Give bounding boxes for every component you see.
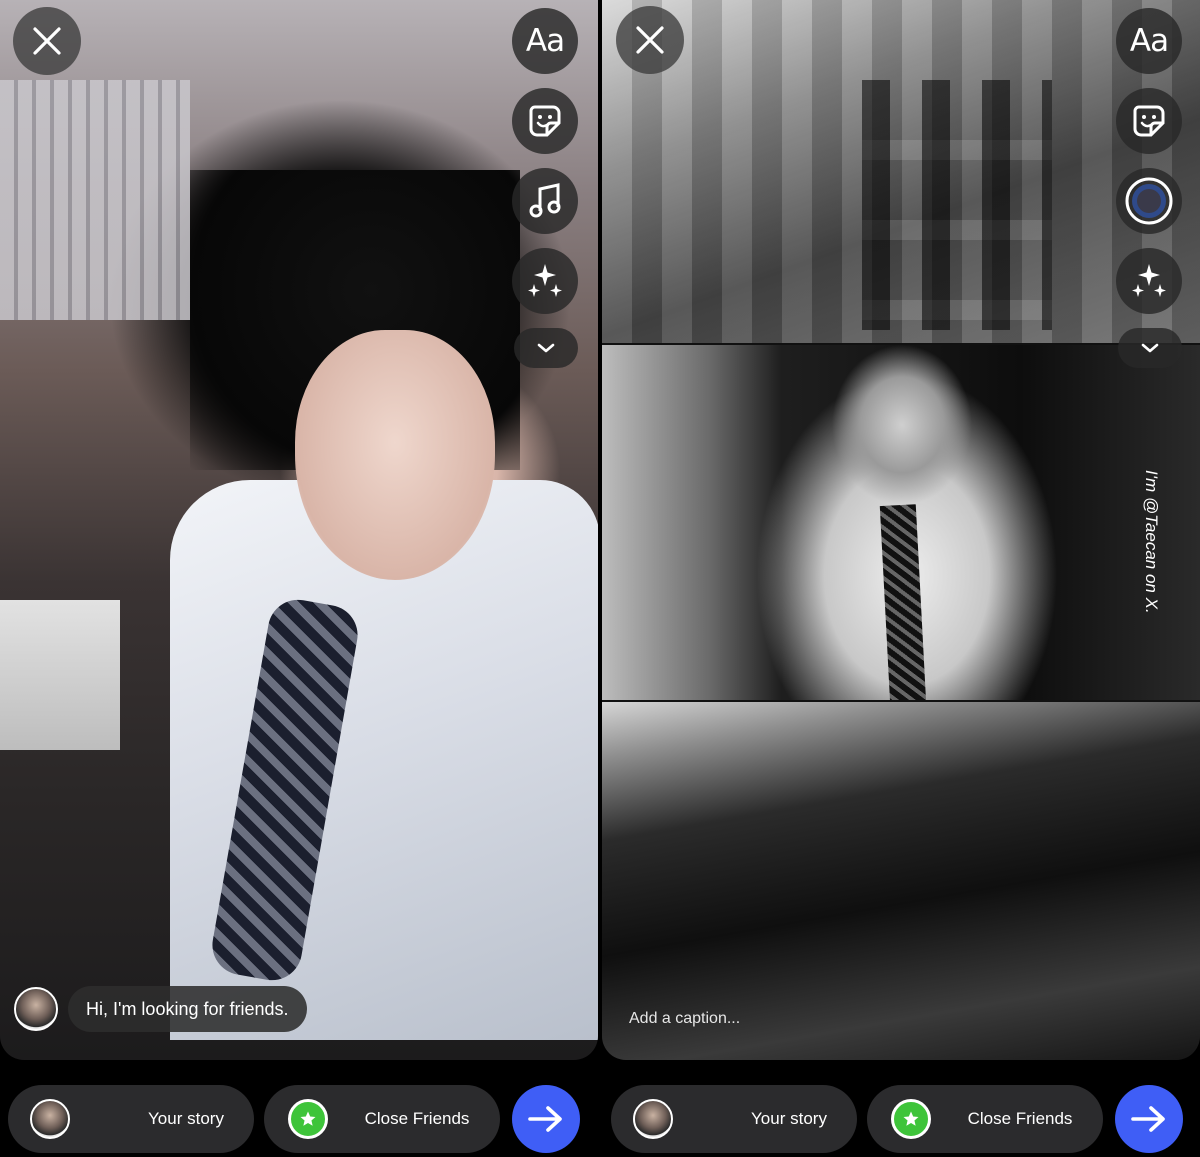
story-editor-left: Aa Hi, I'm looking for friends. Your sto…	[0, 0, 598, 1157]
close-friends-label: Close Friends	[364, 1109, 470, 1128]
close-friends-badge	[288, 1099, 328, 1139]
arrow-right-icon	[528, 1106, 562, 1132]
sticker-button[interactable]	[512, 88, 578, 154]
your-story-label: Your story	[148, 1109, 224, 1128]
more-tools-button[interactable]	[1118, 328, 1182, 368]
effects-button[interactable]	[1116, 248, 1182, 314]
chevron-down-icon	[537, 343, 555, 353]
your-story-button[interactable]: Your story	[8, 1085, 254, 1153]
tool-column: Aa	[512, 8, 580, 382]
comment-bubble: Hi, I'm looking for friends.	[68, 986, 307, 1032]
collage-panel-building[interactable]	[602, 0, 1200, 343]
chevron-down-icon	[1141, 343, 1159, 353]
close-icon	[33, 27, 61, 55]
share-bar: Your story Close Friends	[0, 1085, 598, 1153]
music-note-icon	[529, 183, 561, 218]
sticker-icon	[529, 105, 561, 137]
close-button[interactable]	[13, 7, 81, 75]
layout-circle-icon	[1125, 177, 1173, 225]
building-windows	[862, 80, 1052, 330]
music-button[interactable]	[512, 168, 578, 234]
sticker-button[interactable]	[1116, 88, 1182, 154]
star-icon	[300, 1111, 316, 1126]
story-editor-right: Aa I'm @Taecan on X. Add a caption... Yo…	[602, 0, 1200, 1157]
collage-panel-car[interactable]	[602, 702, 1200, 1060]
send-button[interactable]	[1115, 1085, 1183, 1153]
story-photo-canvas[interactable]: Aa Hi, I'm looking for friends.	[0, 0, 598, 1060]
more-tools-button[interactable]	[514, 328, 578, 368]
caption-input[interactable]: Add a caption...	[629, 1010, 740, 1028]
text-tool-icon: Aa	[1129, 23, 1169, 59]
close-button[interactable]	[616, 6, 684, 74]
text-tool-button[interactable]: Aa	[1116, 8, 1182, 74]
text-tool-button[interactable]: Aa	[512, 8, 578, 74]
comment-sticker[interactable]: Hi, I'm looking for friends.	[14, 986, 307, 1032]
close-friends-button[interactable]: Close Friends	[264, 1085, 500, 1153]
star-icon	[903, 1111, 919, 1126]
sparkles-icon	[1132, 264, 1166, 297]
avatar	[14, 987, 58, 1031]
your-story-label: Your story	[751, 1109, 827, 1128]
watermark-text: I'm @Taecan on X.	[1142, 470, 1161, 614]
send-button[interactable]	[512, 1085, 580, 1153]
share-bar: Your story Close Friends	[602, 1085, 1200, 1153]
close-friends-button[interactable]: Close Friends	[867, 1085, 1103, 1153]
story-collage-canvas[interactable]: Aa I'm @Taecan on X. Add a caption...	[602, 0, 1200, 1060]
close-icon	[636, 26, 664, 54]
close-friends-label: Close Friends	[967, 1109, 1073, 1128]
photo-tie	[879, 504, 927, 700]
your-story-button[interactable]: Your story	[611, 1085, 857, 1153]
arrow-right-icon	[1131, 1106, 1165, 1132]
layout-button[interactable]	[1116, 168, 1182, 234]
sparkles-icon	[528, 264, 562, 297]
collage-panel-portrait[interactable]	[602, 345, 1200, 700]
background-table	[0, 600, 120, 750]
background-building	[0, 80, 190, 320]
photo-face	[295, 330, 495, 580]
sticker-icon	[1133, 105, 1165, 137]
close-friends-badge	[891, 1099, 931, 1139]
effects-button[interactable]	[512, 248, 578, 314]
tool-column: Aa	[1116, 8, 1184, 382]
text-tool-icon: Aa	[525, 23, 565, 59]
